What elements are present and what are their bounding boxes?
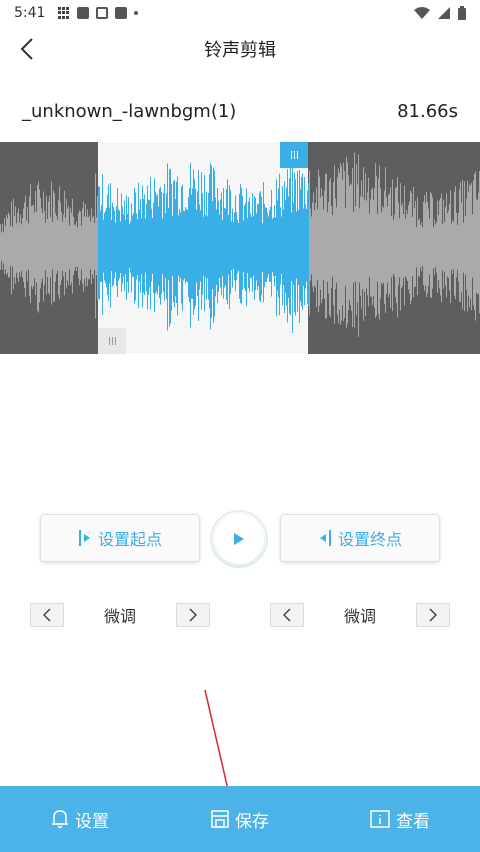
box-icon bbox=[96, 7, 109, 19]
wifi-icon bbox=[414, 7, 430, 19]
end-handle[interactable] bbox=[280, 142, 308, 168]
tab-settings[interactable]: 设置 bbox=[0, 786, 160, 852]
fine-tune-start-decrease[interactable] bbox=[30, 603, 64, 627]
chevron-right-icon bbox=[429, 608, 437, 622]
chevron-right-icon bbox=[189, 608, 197, 622]
set-start-icon bbox=[78, 530, 90, 546]
tab-view[interactable]: 查看 bbox=[320, 786, 480, 852]
square-icon bbox=[115, 7, 128, 19]
play-button[interactable] bbox=[210, 510, 268, 568]
info-box-icon bbox=[370, 810, 390, 828]
set-start-label: 设置起点 bbox=[97, 530, 162, 549]
set-end-button[interactable]: 设置终点 bbox=[280, 514, 440, 562]
file-name: _unknown_-lawnbgm(1) bbox=[22, 100, 237, 122]
status-bar: 5:41 bbox=[0, 0, 480, 26]
status-left: 5:41 bbox=[14, 5, 139, 21]
grid-icon bbox=[58, 7, 70, 19]
tab-view-label: 查看 bbox=[396, 811, 430, 832]
tab-save-label: 保存 bbox=[235, 811, 269, 832]
header: 铃声剪辑 bbox=[0, 26, 480, 72]
playback-controls: 设置起点 设置终点 bbox=[0, 510, 480, 570]
page-title: 铃声剪辑 bbox=[204, 40, 276, 61]
status-right bbox=[414, 6, 466, 20]
play-icon bbox=[234, 533, 244, 545]
tab-save[interactable]: 保存 bbox=[160, 786, 320, 852]
a-icon bbox=[77, 7, 90, 19]
chevron-left-icon bbox=[43, 608, 51, 622]
fine-tune-end: 微调 bbox=[270, 602, 450, 628]
annotation-arrow bbox=[204, 689, 233, 804]
tab-settings-label: 设置 bbox=[75, 811, 109, 832]
status-time: 5:41 bbox=[14, 5, 46, 21]
dot-icon bbox=[134, 11, 139, 15]
save-icon bbox=[211, 810, 229, 828]
play-button-inner bbox=[214, 514, 264, 564]
signal-icon bbox=[438, 7, 450, 19]
fine-tune-end-label: 微调 bbox=[343, 607, 376, 626]
battery-icon bbox=[458, 6, 466, 20]
file-duration: 81.66s bbox=[397, 100, 458, 122]
fine-tune-start-increase[interactable] bbox=[176, 603, 210, 627]
fine-tune-start: 微调 bbox=[30, 602, 210, 628]
waveform bbox=[0, 152, 480, 337]
bell-icon bbox=[52, 810, 68, 829]
set-end-label: 设置终点 bbox=[337, 530, 402, 549]
fine-tune-end-increase[interactable] bbox=[416, 603, 450, 627]
start-handle[interactable] bbox=[98, 328, 126, 354]
set-start-button[interactable]: 设置起点 bbox=[40, 514, 200, 562]
chevron-left-icon bbox=[283, 608, 291, 622]
bottom-nav: 设置 保存 查看 bbox=[0, 786, 480, 852]
fine-tune-end-decrease[interactable] bbox=[270, 603, 304, 627]
file-info-row: _unknown_-lawnbgm(1) 81.66s bbox=[22, 96, 458, 126]
set-end-icon bbox=[319, 530, 331, 546]
fine-tune-start-label: 微调 bbox=[103, 607, 136, 626]
waveform-area[interactable] bbox=[0, 142, 480, 354]
